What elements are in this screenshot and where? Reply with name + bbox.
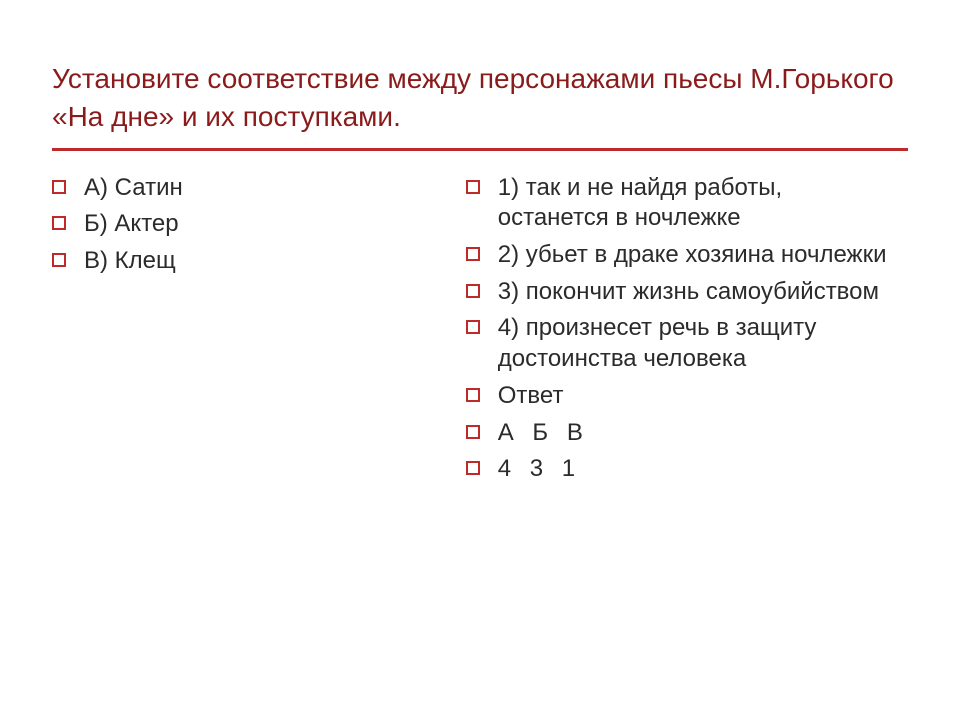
list-item: 3) покончит жизнь самоубийством	[466, 277, 894, 308]
list-item-label: Б) Актер	[84, 209, 179, 240]
square-bullet-icon	[52, 180, 66, 194]
list-item-label: 4) произнесет речь в защиту достоинства …	[498, 313, 894, 374]
list-item-label: А Б В	[498, 418, 583, 449]
list-item: А) Сатин	[52, 173, 446, 204]
right-column: 1) так и не найдя работы, останется в но…	[466, 173, 894, 491]
content-columns: А) Сатин Б) Актер В) Клещ 1) так и не на…	[52, 173, 908, 491]
list-item: А Б В	[466, 418, 894, 449]
list-item: Б) Актер	[52, 209, 446, 240]
square-bullet-icon	[466, 425, 480, 439]
list-item: 1) так и не найдя работы, останется в но…	[466, 173, 894, 234]
list-item: В) Клещ	[52, 246, 446, 277]
list-item-label: В) Клещ	[84, 246, 176, 277]
square-bullet-icon	[52, 216, 66, 230]
list-item-label: 2) убьет в драке хозяина ночлежки	[498, 240, 887, 271]
square-bullet-icon	[466, 284, 480, 298]
square-bullet-icon	[466, 388, 480, 402]
square-bullet-icon	[466, 320, 480, 334]
list-item-label: 1) так и не найдя работы, останется в но…	[498, 173, 894, 234]
square-bullet-icon	[466, 247, 480, 261]
list-item-label: 3) покончит жизнь самоубийством	[498, 277, 879, 308]
list-item: Ответ	[466, 381, 894, 412]
list-item: 4 3 1	[466, 454, 894, 485]
list-item-label: А) Сатин	[84, 173, 183, 204]
slide-title: Установите соответствие между персонажам…	[52, 60, 908, 136]
list-item: 4) произнесет речь в защиту достоинства …	[466, 313, 894, 374]
square-bullet-icon	[466, 180, 480, 194]
square-bullet-icon	[466, 461, 480, 475]
slide: Установите соответствие между персонажам…	[0, 0, 960, 720]
list-item-label: Ответ	[498, 381, 564, 412]
list-item-label: 4 3 1	[498, 454, 575, 485]
left-column: А) Сатин Б) Актер В) Клещ	[52, 173, 446, 491]
title-underline	[52, 148, 908, 151]
square-bullet-icon	[52, 253, 66, 267]
list-item: 2) убьет в драке хозяина ночлежки	[466, 240, 894, 271]
